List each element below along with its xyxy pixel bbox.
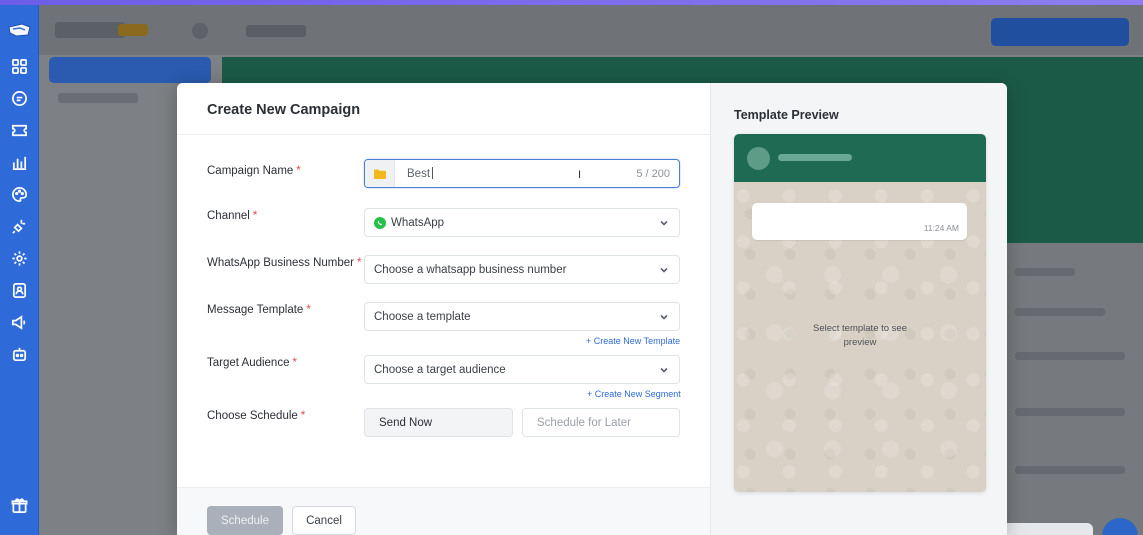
- create-new-template-link[interactable]: + Create New Template: [586, 336, 680, 346]
- dashboard-icon[interactable]: [10, 57, 28, 75]
- cancel-button[interactable]: Cancel: [292, 506, 356, 535]
- schedule-label: Choose Schedule *: [207, 410, 306, 422]
- create-new-segment-link[interactable]: + Create New Segment: [587, 389, 681, 399]
- campaign-icon[interactable]: [10, 313, 28, 331]
- schedule-later-option[interactable]: Schedule for Later: [522, 408, 680, 437]
- channel-select[interactable]: WhatsApp: [364, 208, 680, 237]
- message-time: 11:24 AM: [923, 223, 959, 233]
- channel-label: Channel *: [207, 210, 258, 222]
- chevron-down-icon: [659, 218, 669, 228]
- bot-icon[interactable]: [10, 345, 28, 363]
- table-row-dimmed: [1015, 466, 1125, 474]
- logo-icon[interactable]: [8, 23, 31, 37]
- contact-name-placeholder: [778, 154, 852, 161]
- target-audience-label: Target Audience *: [207, 357, 297, 369]
- app-header-icon-dimmed: [192, 23, 208, 39]
- create-campaign-modal: Create New Campaign Campaign Name * Best …: [177, 83, 1007, 535]
- campaign-name-value: Best: [407, 167, 434, 180]
- target-audience-select[interactable]: Choose a target audience: [364, 355, 680, 384]
- message-template-placeholder: Choose a template: [374, 310, 471, 323]
- subtitle-dimmed: [58, 93, 138, 103]
- settings-icon[interactable]: [10, 249, 28, 267]
- modal-title: Create New Campaign: [207, 102, 361, 118]
- chevron-down-icon: [659, 312, 669, 322]
- message-bubble: 11:24 AM: [752, 203, 967, 240]
- table-row-dimmed: [1015, 268, 1075, 276]
- left-button-dimmed: [49, 57, 211, 83]
- gift-icon[interactable]: [10, 496, 28, 514]
- chevron-down-icon: [659, 265, 669, 275]
- ticket-icon[interactable]: [10, 121, 28, 139]
- campaign-form: Create New Campaign Campaign Name * Best …: [177, 83, 710, 535]
- whatsapp-icon: [374, 216, 386, 229]
- phone-mockup: 11:24 AM Select template to see preview: [734, 134, 986, 492]
- schedule-button[interactable]: Schedule: [207, 506, 283, 535]
- preview-title: Template Preview: [734, 108, 839, 122]
- app-badge-dimmed: [118, 24, 148, 36]
- breadcrumb-dimmed: [246, 25, 306, 37]
- analytics-icon[interactable]: [10, 153, 28, 171]
- plug-icon[interactable]: [10, 217, 28, 235]
- create-campaign-button-dimmed: [991, 18, 1129, 46]
- preview-empty-text: Select template to see preview: [813, 323, 907, 348]
- target-audience-placeholder: Choose a target audience: [374, 363, 506, 376]
- char-counter: 5 / 200: [636, 168, 670, 180]
- business-number-label: WhatsApp Business Number *: [207, 257, 362, 269]
- sidebar: [0, 5, 39, 535]
- table-row-dimmed: [1015, 352, 1125, 360]
- table-row-dimmed: [1015, 308, 1105, 316]
- contacts-icon[interactable]: [10, 281, 28, 299]
- folder-icon[interactable]: [365, 160, 395, 187]
- message-template-label: Message Template *: [207, 304, 311, 316]
- campaign-name-input[interactable]: Best I 5 / 200: [364, 159, 680, 188]
- chat-body: 11:24 AM Select template to see preview: [734, 182, 986, 492]
- chat-header: [734, 134, 986, 182]
- avatar: [747, 147, 770, 170]
- chevron-down-icon: [659, 365, 669, 375]
- send-now-option[interactable]: Send Now: [364, 408, 513, 437]
- message-template-select[interactable]: Choose a template: [364, 302, 680, 331]
- channel-value: WhatsApp: [391, 216, 445, 229]
- chat-icon[interactable]: [10, 89, 28, 107]
- palette-icon[interactable]: [10, 185, 28, 203]
- table-row-dimmed: [1015, 408, 1125, 416]
- business-number-select[interactable]: Choose a whatsapp business number: [364, 255, 680, 284]
- template-preview-pane: Template Preview 11:24 AM Select templat…: [710, 83, 1007, 535]
- app-title-dimmed: [55, 22, 125, 38]
- table-panel-dimmed: [1007, 243, 1143, 535]
- text-cursor-icon: I: [578, 169, 582, 181]
- campaign-name-label: Campaign Name *: [207, 165, 301, 177]
- business-number-placeholder: Choose a whatsapp business number: [374, 263, 567, 276]
- divider: [177, 134, 710, 135]
